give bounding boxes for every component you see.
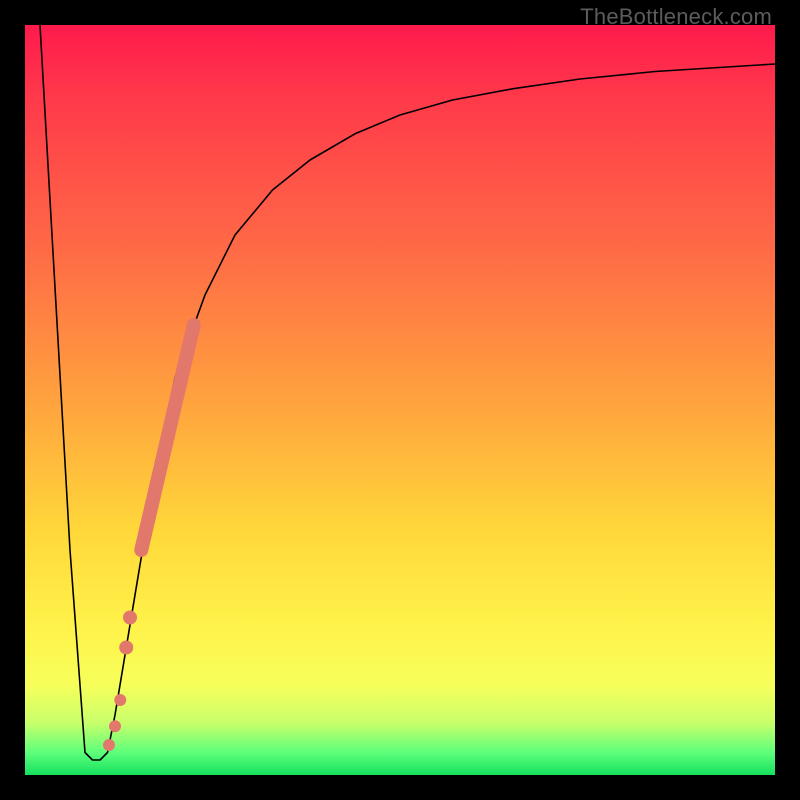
chart-frame: TheBottleneck.com <box>0 0 800 800</box>
salmon-segment <box>141 325 194 550</box>
salmon-dot <box>109 720 121 732</box>
salmon-dot <box>123 611 137 625</box>
chart-svg <box>25 25 775 775</box>
watermark-text: TheBottleneck.com <box>580 4 772 30</box>
bottleneck-curve <box>40 25 775 760</box>
plot-area <box>25 25 775 775</box>
salmon-dot <box>103 739 115 751</box>
salmon-dot <box>114 694 126 706</box>
salmon-dot <box>119 641 133 655</box>
